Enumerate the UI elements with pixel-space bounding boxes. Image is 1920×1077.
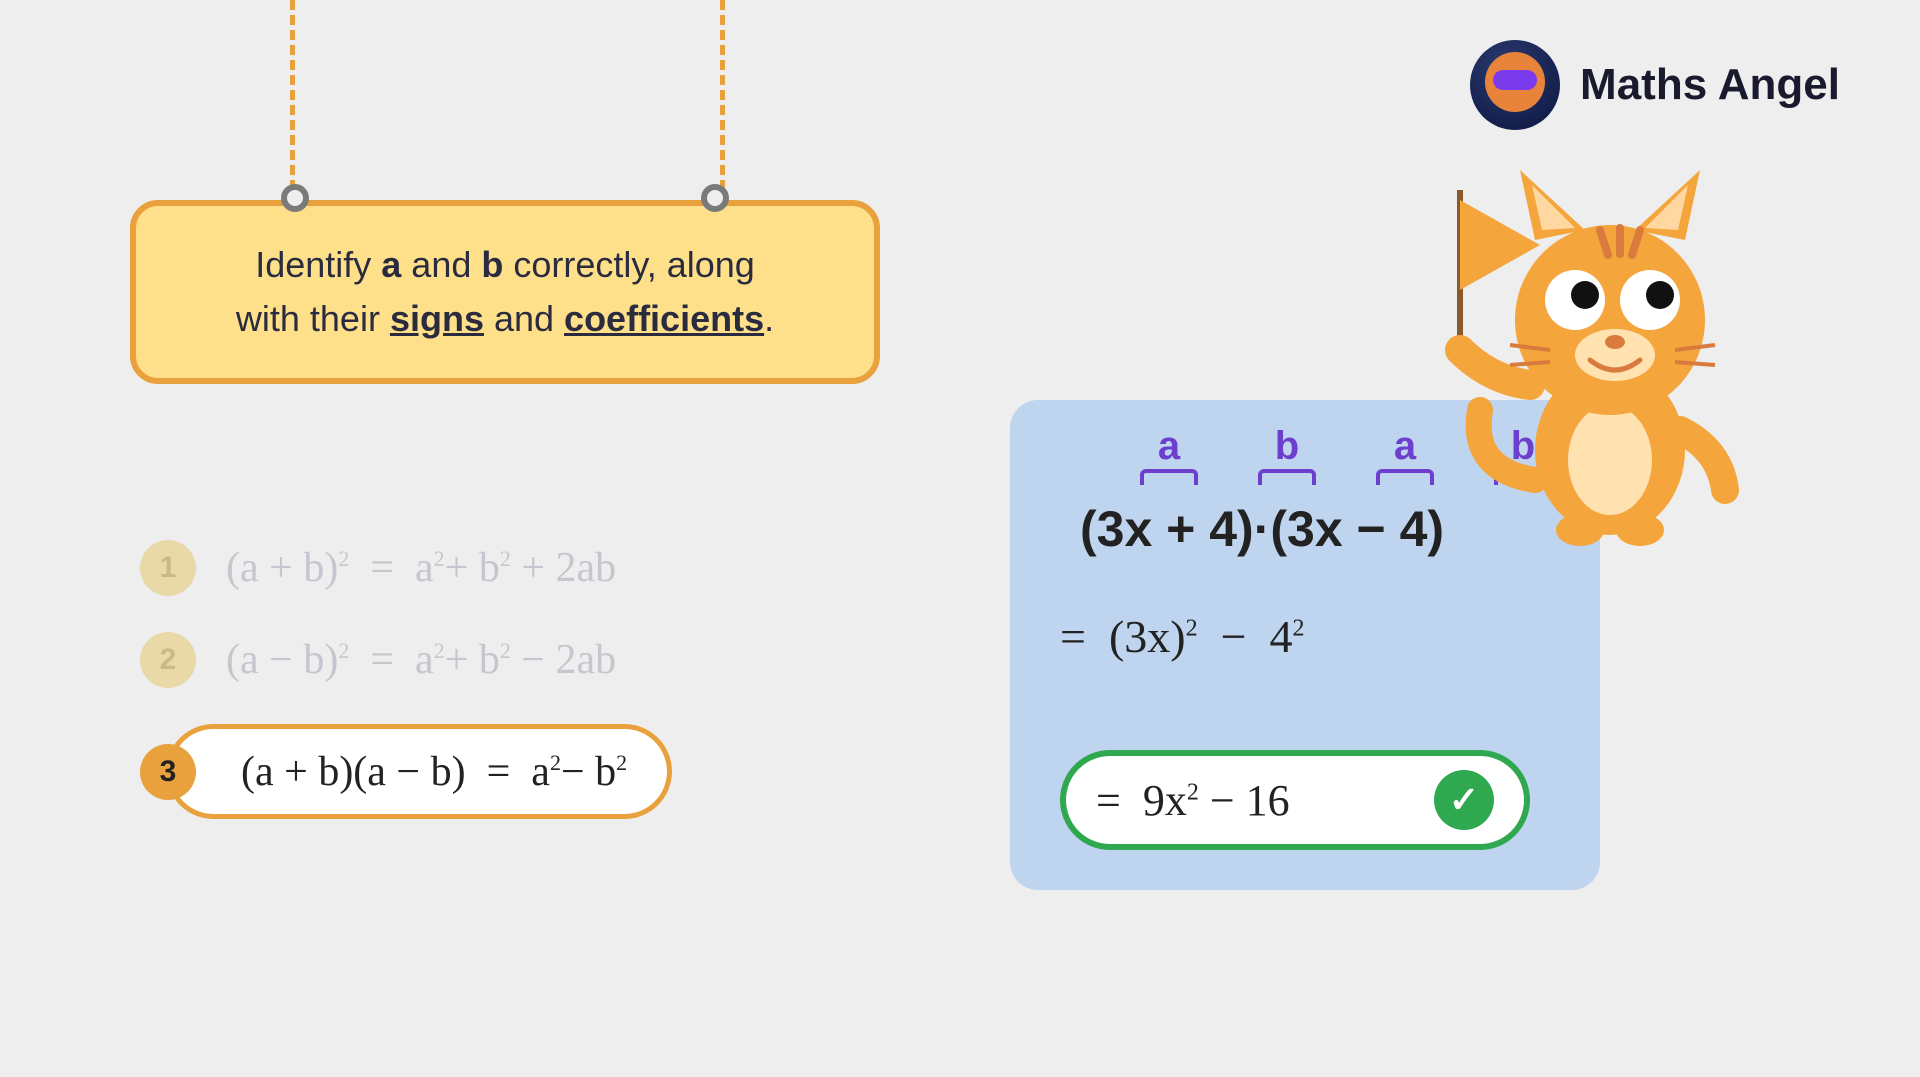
expression: (3x + 4)·(3x − 4)	[1080, 500, 1444, 558]
hanger-ring-right-icon	[701, 184, 729, 212]
formula-number: 1	[140, 540, 196, 596]
brand-name: Maths Angel	[1580, 60, 1840, 110]
formula-row-2: 2 (a − b)2 = a2+ b2 − 2ab	[140, 632, 900, 688]
formula-active-box: (a + b)(a − b) = a2− b2	[166, 724, 672, 819]
formula-row-1: 1 (a + b)2 = a2+ b2 + 2ab	[140, 540, 900, 596]
formula-row-3: 3 (a + b)(a − b) = a2− b2	[140, 724, 900, 819]
formula-number: 2	[140, 632, 196, 688]
tip-text: Identify a and b correctly, along with t…	[236, 244, 774, 339]
answer-pill: = 9x2 − 16 ✓	[1060, 750, 1530, 850]
formula-text: (a + b)2 = a2+ b2 + 2ab	[226, 544, 616, 592]
tip-card: Identify a and b correctly, along with t…	[130, 200, 880, 384]
cat-mascot-icon	[1400, 150, 1760, 550]
formula-number: 3	[140, 744, 196, 800]
label-b: b	[1228, 424, 1346, 469]
hanger-ring-left-icon	[281, 184, 309, 212]
step-1: = (3x)2 − 42	[1060, 610, 1305, 663]
brand: Maths Angel	[1470, 40, 1840, 130]
formula-text: (a + b)(a − b) = a2− b2	[241, 749, 627, 795]
hanger-string-left	[290, 0, 295, 190]
formula-list: 1 (a + b)2 = a2+ b2 + 2ab 2 (a − b)2 = a…	[140, 540, 900, 855]
label-a: a	[1110, 424, 1228, 469]
brand-logo-icon	[1470, 40, 1560, 130]
hanger-string-right	[720, 0, 725, 190]
answer-text: = 9x2 − 16	[1096, 775, 1290, 826]
checkmark-icon: ✓	[1434, 770, 1494, 830]
formula-text: (a − b)2 = a2+ b2 − 2ab	[226, 636, 616, 684]
